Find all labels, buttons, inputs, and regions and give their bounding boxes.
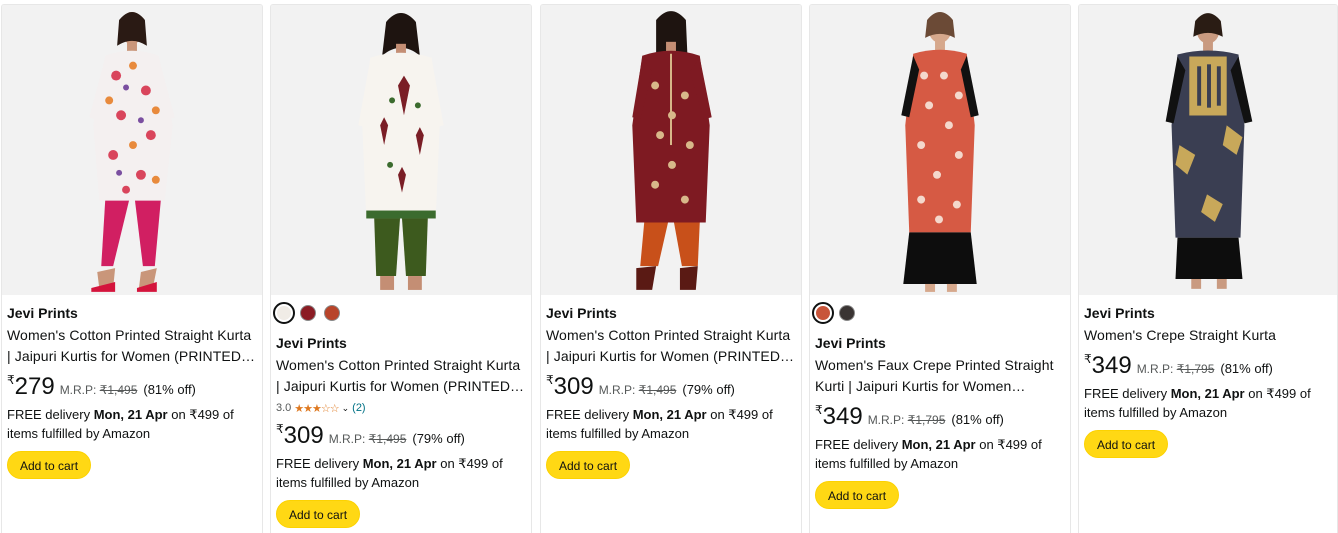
color-swatch-black[interactable] bbox=[839, 305, 855, 321]
delivery-info: FREE delivery Mon, 21 Apr on ₹499 of ite… bbox=[546, 405, 796, 443]
brand-name: Jevi Prints bbox=[546, 305, 617, 321]
product-card: Jevi Prints Women's Cotton Printed Strai… bbox=[270, 4, 532, 533]
mrp-value: ₹1,795 bbox=[907, 413, 946, 427]
delivery-prefix: FREE delivery bbox=[1084, 386, 1171, 401]
delivery-date: Mon, 21 Apr bbox=[632, 407, 707, 422]
price-row[interactable]: ₹ 349 M.R.P: ₹1,795 (81% off) bbox=[815, 403, 1065, 433]
delivery-date: Mon, 21 Apr bbox=[1170, 386, 1245, 401]
color-swatch-maroon[interactable] bbox=[300, 305, 316, 321]
product-title[interactable]: Women's Faux Crepe Printed Straight Kurt… bbox=[815, 355, 1065, 397]
delivery-date: Mon, 21 Apr bbox=[901, 437, 976, 452]
product-card: Jevi Prints Women's Cotton Printed Strai… bbox=[540, 4, 802, 533]
add-to-cart-button[interactable]: Add to cart bbox=[276, 500, 361, 528]
model-photo bbox=[89, 12, 175, 292]
mrp-label: M.R.P: bbox=[867, 413, 905, 427]
add-to-cart-button[interactable]: Add to cart bbox=[1084, 430, 1169, 458]
model-photo bbox=[632, 11, 712, 290]
star-icon: ★★★☆☆ bbox=[294, 402, 339, 415]
currency-symbol: ₹ bbox=[546, 373, 554, 387]
color-swatch-rust[interactable] bbox=[812, 302, 834, 324]
price: 309 bbox=[553, 373, 594, 400]
product-card: Jevi Prints Women's Faux Crepe Printed S… bbox=[809, 4, 1071, 533]
delivery-prefix: FREE delivery bbox=[546, 407, 633, 422]
chevron-down-icon[interactable]: ⌄ bbox=[342, 403, 350, 414]
mrp-label: M.R.P: bbox=[1136, 362, 1174, 376]
discount: (79% off) bbox=[682, 382, 735, 397]
mrp-value: ₹1,495 bbox=[638, 383, 677, 397]
mrp-label: M.R.P: bbox=[328, 432, 366, 446]
mrp-value: ₹1,795 bbox=[1176, 362, 1215, 376]
discount: (81% off) bbox=[1220, 361, 1273, 376]
price-row[interactable]: ₹ 349 M.R.P: ₹1,795 (81% off) bbox=[1084, 352, 1332, 382]
mrp: M.R.P: ₹1,795 bbox=[1137, 362, 1215, 376]
product-grid: Jevi Prints Women's Cotton Printed Strai… bbox=[0, 0, 1338, 533]
brand-name: Jevi Prints bbox=[276, 335, 347, 351]
mrp-value: ₹1,495 bbox=[99, 383, 138, 397]
color-swatches bbox=[273, 302, 526, 324]
model-photo bbox=[901, 12, 979, 292]
delivery-prefix: FREE delivery bbox=[815, 437, 902, 452]
discount: (81% off) bbox=[951, 412, 1004, 427]
price-row[interactable]: ₹ 279 M.R.P: ₹1,495 (81% off) bbox=[7, 373, 257, 403]
product-title[interactable]: Women's Cotton Printed Straight Kurta | … bbox=[546, 325, 796, 367]
mrp: M.R.P: ₹1,495 bbox=[599, 383, 677, 397]
currency-symbol: ₹ bbox=[1084, 352, 1092, 366]
delivery-info: FREE delivery Mon, 21 Apr on ₹499 of ite… bbox=[276, 454, 526, 492]
mrp: M.R.P: ₹1,495 bbox=[329, 432, 407, 446]
rating-count[interactable]: (2) bbox=[352, 402, 365, 414]
price-row[interactable]: ₹ 309 M.R.P: ₹1,495 (79% off) bbox=[276, 422, 526, 452]
product-card: Jevi Prints Women's Crepe Straight Kurta… bbox=[1078, 4, 1338, 533]
discount: (81% off) bbox=[143, 382, 196, 397]
rating-value: 3.0 bbox=[276, 402, 292, 414]
discount: (79% off) bbox=[412, 431, 465, 446]
mrp: M.R.P: ₹1,795 bbox=[868, 413, 946, 427]
delivery-date: Mon, 21 Apr bbox=[93, 407, 168, 422]
product-card: Jevi Prints Women's Cotton Printed Strai… bbox=[1, 4, 263, 533]
rating-row[interactable]: 3.0 ★★★☆☆ ⌄ (2) bbox=[276, 400, 526, 416]
delivery-info: FREE delivery Mon, 21 Apr on ₹499 of ite… bbox=[1084, 384, 1332, 422]
delivery-info: FREE delivery Mon, 21 Apr on ₹499 of ite… bbox=[7, 405, 257, 443]
price: 309 bbox=[283, 422, 324, 449]
product-image[interactable] bbox=[541, 5, 801, 295]
product-title[interactable]: Women's Cotton Printed Straight Kurta | … bbox=[276, 355, 526, 397]
brand-name: Jevi Prints bbox=[1084, 305, 1155, 321]
delivery-info: FREE delivery Mon, 21 Apr on ₹499 of ite… bbox=[815, 435, 1065, 473]
currency-symbol: ₹ bbox=[276, 422, 284, 436]
delivery-date: Mon, 21 Apr bbox=[362, 456, 437, 471]
product-image[interactable] bbox=[1079, 5, 1337, 295]
brand-name: Jevi Prints bbox=[815, 335, 886, 351]
color-swatch-rust[interactable] bbox=[324, 305, 340, 321]
currency-symbol: ₹ bbox=[7, 373, 15, 387]
add-to-cart-button[interactable]: Add to cart bbox=[546, 451, 631, 479]
price-row[interactable]: ₹ 309 M.R.P: ₹1,495 (79% off) bbox=[546, 373, 796, 403]
delivery-prefix: FREE delivery bbox=[276, 456, 363, 471]
currency-symbol: ₹ bbox=[815, 403, 823, 417]
model-photo bbox=[358, 13, 444, 290]
product-image[interactable] bbox=[810, 5, 1070, 295]
mrp-label: M.R.P: bbox=[598, 383, 636, 397]
product-image[interactable] bbox=[2, 5, 262, 295]
delivery-prefix: FREE delivery bbox=[7, 407, 94, 422]
price: 279 bbox=[14, 373, 55, 400]
brand-name: Jevi Prints bbox=[7, 305, 78, 321]
add-to-cart-button[interactable]: Add to cart bbox=[815, 481, 900, 509]
mrp-value: ₹1,495 bbox=[368, 432, 407, 446]
product-title[interactable]: Women's Cotton Printed Straight Kurta | … bbox=[7, 325, 257, 367]
mrp-label: M.R.P: bbox=[59, 383, 97, 397]
color-swatch-cream[interactable] bbox=[273, 302, 295, 324]
price: 349 bbox=[822, 403, 863, 430]
product-title[interactable]: Women's Crepe Straight Kurta bbox=[1084, 325, 1332, 346]
mrp: M.R.P: ₹1,495 bbox=[60, 383, 138, 397]
product-image[interactable] bbox=[271, 5, 531, 295]
color-swatches bbox=[812, 302, 1065, 324]
model-photo bbox=[1165, 13, 1253, 289]
price: 349 bbox=[1091, 352, 1132, 379]
add-to-cart-button[interactable]: Add to cart bbox=[7, 451, 92, 479]
